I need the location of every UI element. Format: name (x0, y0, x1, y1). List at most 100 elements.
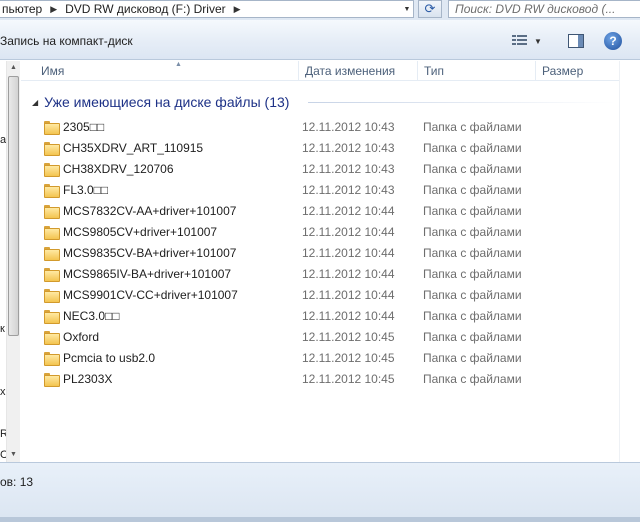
file-date: 12.11.2012 10:44 (302, 246, 395, 260)
file-name: FL3.0□□ (63, 183, 109, 197)
file-date: 12.11.2012 10:43 (302, 120, 395, 134)
preview-pane-icon[interactable] (568, 34, 584, 48)
file-date: 12.11.2012 10:44 (302, 225, 395, 239)
burn-to-disc-button[interactable]: Запись на компакт-диск (0, 34, 133, 48)
folder-icon (44, 163, 60, 177)
file-name: PL2303X (63, 372, 113, 386)
file-name: CH38XDRV_120706 (63, 162, 174, 176)
file-type: Папка с файлами (423, 288, 522, 302)
file-name: Oxford (63, 330, 100, 344)
window-bottom-border (0, 517, 640, 522)
column-header-size[interactable]: Размер (535, 61, 619, 81)
file-date: 12.11.2012 10:43 (302, 162, 395, 176)
list-item[interactable]: MCS9901CV-CC+driver+101007 12.11.2012 10:… (21, 285, 619, 306)
file-name: MCS9901CV-CC+driver+101007 (63, 288, 238, 302)
file-type: Папка с файлами (423, 309, 522, 323)
file-type: Папка с файлами (423, 225, 522, 239)
address-bar[interactable]: пьютер ▶ DVD RW дисковод (F:) Driver ▶ ▼ (0, 0, 414, 18)
address-row: пьютер ▶ DVD RW дисковод (F:) Driver ▶ ▼… (0, 0, 640, 20)
change-view-button[interactable]: ▼ (512, 32, 552, 50)
details-pane: ов: 13 (0, 462, 640, 517)
group-header[interactable]: ◢ Уже имеющиеся на диске файлы (13) (32, 94, 289, 110)
file-date: 12.11.2012 10:44 (302, 288, 395, 302)
file-name: NEC3.0□□ (63, 309, 120, 323)
column-header-date[interactable]: Дата изменения (298, 61, 417, 81)
folder-icon (44, 331, 60, 345)
address-history-dropdown-icon[interactable]: ▼ (401, 1, 413, 17)
nav-fragment[interactable]: к (0, 323, 5, 335)
folder-icon (44, 268, 60, 282)
file-name: CH35XDRV_ART_110915 (63, 141, 204, 155)
refresh-icon: ⟳ (424, 1, 436, 16)
file-date: 12.11.2012 10:44 (302, 309, 395, 323)
list-item[interactable]: MCS9865IV-BA+driver+101007 12.11.2012 10:… (21, 264, 619, 285)
column-headers: ▲ Имя Дата изменения Тип Размер (21, 61, 619, 81)
file-list: 2305□□ 12.11.2012 10:43 Папка с файлами CH… (21, 117, 619, 390)
sort-ascending-icon: ▲ (175, 61, 182, 68)
folder-icon (44, 373, 60, 387)
group-divider (308, 102, 616, 103)
file-type: Папка с файлами (423, 162, 522, 176)
list-item[interactable]: CH35XDRV_ART_110915 12.11.2012 10:43 Папка… (21, 138, 619, 159)
help-icon[interactable]: ? (604, 32, 622, 50)
file-type: Папка с файлами (423, 204, 522, 218)
folder-icon (44, 205, 60, 219)
file-type: Папка с файлами (423, 372, 522, 386)
file-name: 2305□□ (63, 120, 105, 134)
list-item[interactable]: Oxford 12.11.2012 10:45 Папка с файлами (21, 327, 619, 348)
views-icon (512, 35, 527, 47)
file-date: 12.11.2012 10:44 (302, 267, 395, 281)
nav-fragment[interactable]: х (0, 386, 6, 398)
list-item[interactable]: 2305□□ 12.11.2012 10:43 Папка с файлами (21, 117, 619, 138)
breadcrumb-current-folder[interactable]: DVD RW дисковод (F:) Driver (65, 2, 226, 16)
command-bar: Запись на компакт-диск ▼ ? (0, 20, 640, 60)
nav-scrollbar[interactable]: ▲ ▼ (6, 61, 20, 462)
file-name: MCS9805CV+driver+101007 (63, 225, 218, 239)
chevron-down-icon[interactable]: ▼ (534, 37, 542, 46)
folder-icon (44, 289, 60, 303)
folder-icon (44, 247, 60, 261)
list-item[interactable]: FL3.0□□ 12.11.2012 10:43 Папка с файлами (21, 180, 619, 201)
folder-icon (44, 184, 60, 198)
file-type: Папка с файлами (423, 120, 522, 134)
file-type: Папка с файлами (423, 246, 522, 260)
breadcrumb-arrow-icon[interactable]: ▶ (50, 4, 57, 15)
folder-icon (44, 121, 60, 135)
file-date: 12.11.2012 10:44 (302, 204, 395, 218)
list-item[interactable]: NEC3.0□□ 12.11.2012 10:44 Папка с файлами (21, 306, 619, 327)
breadcrumb-arrow-icon[interactable]: ▶ (234, 4, 241, 15)
collapse-triangle-icon[interactable]: ◢ (32, 98, 38, 107)
item-count: ов: 13 (0, 475, 34, 489)
breadcrumb-computer[interactable]: пьютер (2, 2, 42, 16)
refresh-button[interactable]: ⟳ (418, 0, 442, 18)
scroll-thumb[interactable] (8, 76, 19, 336)
file-date: 12.11.2012 10:43 (302, 141, 395, 155)
scroll-down-icon[interactable]: ▼ (7, 448, 20, 462)
folder-icon (44, 142, 60, 156)
file-name: MCS7832CV-AA+driver+101007 (63, 204, 237, 218)
file-type: Папка с файлами (423, 183, 522, 197)
file-date: 12.11.2012 10:45 (302, 372, 395, 386)
column-header-name[interactable]: ▲ Имя (35, 61, 298, 81)
file-name: MCS9865IV-BA+driver+101007 (63, 267, 232, 281)
content-scrollbar-area (619, 61, 640, 462)
folder-icon (44, 352, 60, 366)
column-header-type[interactable]: Тип (417, 61, 535, 81)
file-type: Папка с файлами (423, 330, 522, 344)
list-item[interactable]: Pcmcia to usb2.0 12.11.2012 10:45 Папка с … (21, 348, 619, 369)
scroll-up-icon[interactable]: ▲ (7, 61, 20, 75)
list-item[interactable]: PL2303X 12.11.2012 10:45 Папка с файлами (21, 369, 619, 390)
file-date: 12.11.2012 10:45 (302, 351, 395, 365)
file-type: Папка с файлами (423, 351, 522, 365)
file-name: Pcmcia to usb2.0 (63, 351, 156, 365)
list-item[interactable]: MCS9835CV-BA+driver+101007 12.11.2012 10:… (21, 243, 619, 264)
file-type: Папка с файлами (423, 267, 522, 281)
list-item[interactable]: MCS7832CV-AA+driver+101007 12.11.2012 10:… (21, 201, 619, 222)
file-date: 12.11.2012 10:43 (302, 183, 395, 197)
group-title: Уже имеющиеся на диске файлы (13) (44, 94, 290, 110)
search-input[interactable]: Поиск: DVD RW дисковод (... (448, 0, 640, 18)
folder-icon (44, 226, 60, 240)
file-date: 12.11.2012 10:45 (302, 330, 395, 344)
list-item[interactable]: MCS9805CV+driver+101007 12.11.2012 10:44 П… (21, 222, 619, 243)
list-item[interactable]: CH38XDRV_120706 12.11.2012 10:43 Папка с ф… (21, 159, 619, 180)
